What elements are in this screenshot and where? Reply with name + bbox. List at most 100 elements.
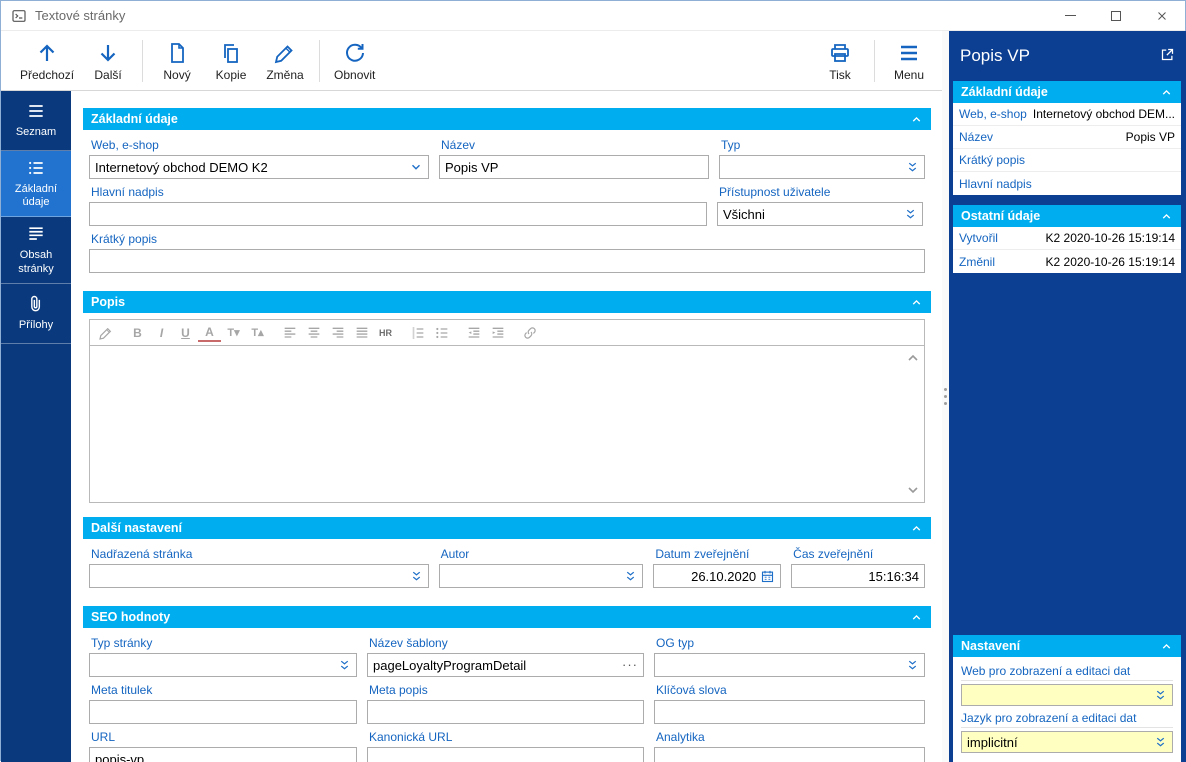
collapse-chevron-icon[interactable]	[910, 113, 923, 126]
double-chevron-icon[interactable]	[410, 570, 423, 583]
next-button[interactable]: Další	[81, 35, 135, 87]
web-eshop-select[interactable]: Internetový obchod DEMO K2	[89, 155, 429, 179]
edit-button[interactable]: Změna	[258, 35, 312, 87]
edit-mode-icon[interactable]	[94, 322, 117, 344]
og-type-select[interactable]	[654, 653, 925, 677]
richtext-editor[interactable]	[89, 346, 925, 503]
menu-button[interactable]: Menu	[882, 35, 936, 87]
maximize-button[interactable]	[1093, 1, 1139, 30]
print-button[interactable]: Tisk	[813, 35, 867, 87]
section-more-settings-header[interactable]: Další nastavení	[83, 517, 931, 539]
meta-title-label: Meta titulek	[91, 683, 357, 697]
horizontal-rule-icon[interactable]: HR	[374, 322, 397, 344]
align-right-icon[interactable]	[326, 322, 349, 344]
align-left-icon[interactable]	[278, 322, 301, 344]
panel-splitter[interactable]	[942, 31, 949, 762]
sidebar-item-seznam[interactable]: Seznam	[1, 91, 71, 151]
ordered-list-icon[interactable]	[406, 322, 429, 344]
close-button[interactable]	[1139, 1, 1185, 30]
italic-icon[interactable]: I	[150, 322, 173, 344]
preview-row[interactable]: Krátký popis	[953, 149, 1181, 172]
preview-row[interactable]: Název Popis VP	[953, 126, 1181, 149]
outdent-icon[interactable]	[462, 322, 485, 344]
row-label: Krátký popis	[959, 153, 1025, 167]
double-chevron-icon[interactable]	[906, 659, 919, 672]
heading-input[interactable]	[89, 202, 707, 226]
meta-description-input[interactable]	[367, 700, 644, 724]
collapse-chevron-icon[interactable]	[910, 522, 923, 535]
publish-time-label: Čas zveřejnění	[793, 547, 925, 561]
canonical-url-input[interactable]	[367, 747, 644, 762]
publish-date-input[interactable]: 26.10.2020	[653, 564, 781, 588]
collapse-chevron-icon[interactable]	[1160, 86, 1173, 99]
unordered-list-icon[interactable]	[430, 322, 453, 344]
double-chevron-icon[interactable]	[1154, 689, 1167, 702]
calendar-icon[interactable]	[760, 569, 775, 584]
ellipsis-button[interactable]: ···	[622, 660, 638, 670]
publish-time-input[interactable]: 15:16:34	[791, 564, 925, 588]
analytics-input[interactable]	[654, 747, 925, 762]
preview-row[interactable]: Hlavní nadpis	[953, 172, 1181, 195]
scroll-up-icon[interactable]	[905, 350, 921, 366]
settings-language-select[interactable]: implicitní	[961, 731, 1173, 753]
settings-language-label: Jazyk pro zobrazení a editaci dat	[961, 711, 1173, 728]
external-link-icon[interactable]	[1160, 47, 1175, 62]
scroll-down-icon[interactable]	[905, 482, 921, 498]
sidebar-item-zakladni-udaje[interactable]: Základní údaje	[1, 151, 71, 217]
section-more-settings-body: Nadřazená stránka Autor Datum zveřejnění	[83, 539, 931, 598]
minimize-button[interactable]	[1047, 1, 1093, 30]
type-select[interactable]	[719, 155, 925, 179]
refresh-icon	[343, 41, 367, 65]
access-select[interactable]: Všichni	[717, 202, 923, 226]
copy-label: Kopie	[216, 68, 247, 82]
settings-web-select[interactable]	[961, 684, 1173, 706]
indent-icon[interactable]	[486, 322, 509, 344]
parent-page-select[interactable]	[89, 564, 429, 588]
preview-row[interactable]: Změnil K2 2020-10-26 15:19:14	[953, 250, 1181, 273]
font-smaller-icon[interactable]: T▾	[222, 322, 245, 344]
section-title: Základní údaje	[961, 85, 1048, 99]
sidebar-item-obsah-stranky[interactable]: Obsah stránky	[1, 217, 71, 283]
meta-title-input[interactable]	[89, 700, 357, 724]
previous-button[interactable]: Předchozí	[13, 35, 81, 87]
chevron-down-icon[interactable]	[409, 160, 423, 174]
short-desc-input[interactable]	[89, 249, 925, 273]
settings-body: Web pro zobrazení a editaci dat Jazyk pr…	[953, 657, 1181, 762]
preview-basic-header[interactable]: Základní údaje	[953, 81, 1181, 103]
double-chevron-icon[interactable]	[1154, 736, 1167, 749]
link-icon[interactable]	[518, 322, 541, 344]
section-seo-header[interactable]: SEO hodnoty	[83, 606, 931, 628]
preview-row[interactable]: Vytvořil K2 2020-10-26 15:19:14	[953, 227, 1181, 250]
collapse-chevron-icon[interactable]	[1160, 640, 1173, 653]
url-input[interactable]: popis-vp	[89, 747, 357, 762]
double-chevron-icon[interactable]	[338, 659, 351, 672]
sidebar-item-prilohy[interactable]: Přílohy	[1, 284, 71, 344]
double-chevron-icon[interactable]	[904, 208, 917, 221]
page-type-select[interactable]	[89, 653, 357, 677]
author-select[interactable]	[439, 564, 644, 588]
preview-other-header[interactable]: Ostatní údaje	[953, 205, 1181, 227]
template-name-input[interactable]: pageLoyaltyProgramDetail ···	[367, 653, 644, 677]
double-chevron-icon[interactable]	[624, 570, 637, 583]
new-button[interactable]: Nový	[150, 35, 204, 87]
section-description-header[interactable]: Popis	[83, 291, 931, 313]
preview-row[interactable]: Web, e-shop Internetový obchod DEM...	[953, 103, 1181, 126]
font-color-icon[interactable]: A	[198, 324, 221, 342]
double-chevron-icon[interactable]	[906, 161, 919, 174]
collapse-chevron-icon[interactable]	[910, 611, 923, 624]
refresh-button[interactable]: Obnovit	[327, 35, 382, 87]
underline-icon[interactable]: U	[174, 322, 197, 344]
settings-header[interactable]: Nastavení	[953, 635, 1181, 657]
section-basic-header[interactable]: Základní údaje	[83, 108, 931, 130]
collapse-chevron-icon[interactable]	[910, 296, 923, 309]
align-justify-icon[interactable]	[350, 322, 373, 344]
list-icon	[26, 101, 46, 121]
copy-button[interactable]: Kopie	[204, 35, 258, 87]
keywords-input[interactable]	[654, 700, 925, 724]
align-center-icon[interactable]	[302, 322, 325, 344]
font-larger-icon[interactable]: T▴	[246, 322, 269, 344]
bold-icon[interactable]: B	[126, 322, 149, 344]
heading-label: Hlavní nadpis	[91, 185, 707, 199]
collapse-chevron-icon[interactable]	[1160, 210, 1173, 223]
name-input[interactable]: Popis VP	[439, 155, 709, 179]
